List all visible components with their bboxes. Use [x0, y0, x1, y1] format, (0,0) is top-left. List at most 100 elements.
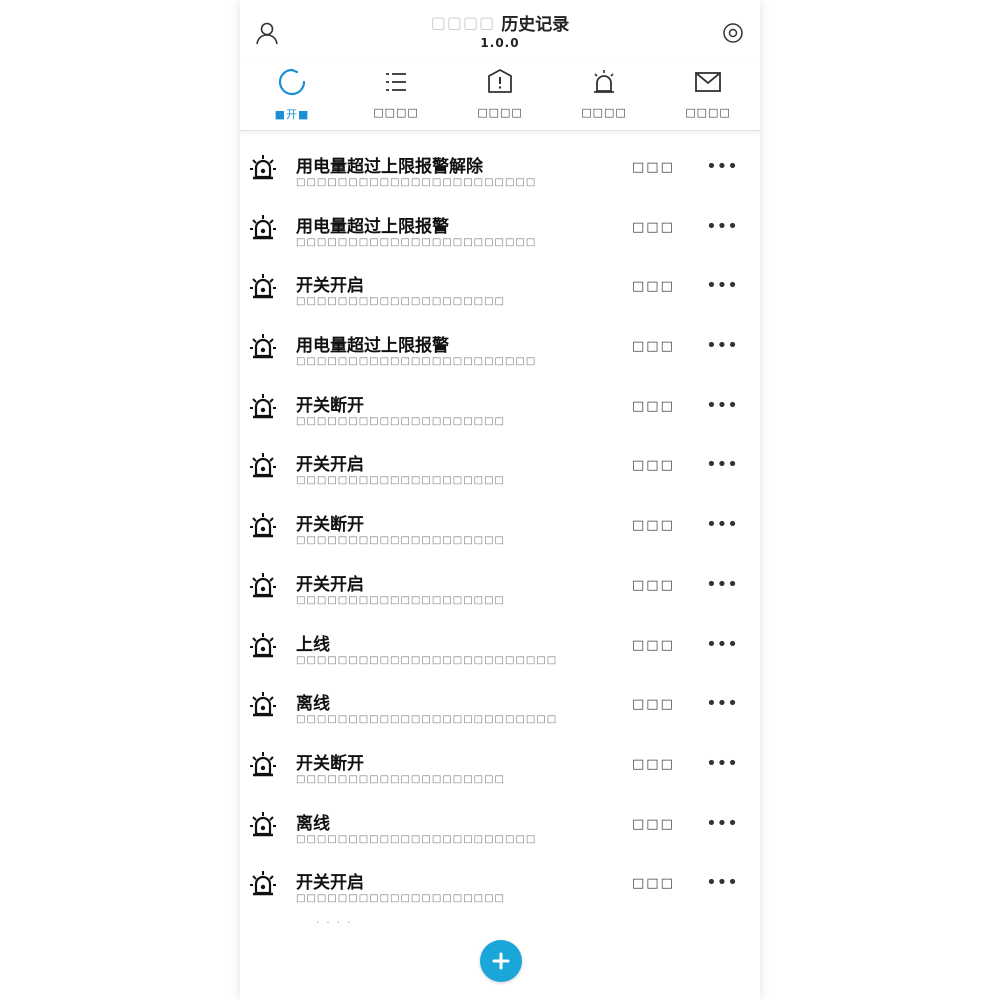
page-subtitle: 1.0.0	[480, 36, 520, 50]
event-row[interactable]: 开关断开 □□□□□□□□□□□□□□□□□□□□ □□□ •••	[240, 498, 760, 558]
event-row[interactable]: 开关断开 □□□□□□□□□□□□□□□□□□□□ □□□ •••	[240, 737, 760, 797]
app-screen: ▢▢▢▢ 历史记录 1.0.0 ■开■ □□□□ □□□□ □□□□ □□□□ …	[240, 0, 760, 1000]
event-status: □□□	[632, 219, 675, 235]
event-detail: □□□□□□□□□□□□□□□□□□□□□□□□□	[296, 654, 558, 666]
tab-alarm[interactable]: □□□□	[552, 60, 656, 130]
alarm-light-icon	[248, 391, 278, 421]
event-title: 用电量超过上限报警	[296, 336, 449, 357]
event-status: □□□	[632, 398, 675, 414]
event-title: 离线	[296, 694, 330, 715]
more-options-button[interactable]: •••	[702, 273, 742, 299]
event-status: □□□	[632, 816, 675, 832]
event-detail: □□□□□□□□□□□□□□□□□□□□	[296, 535, 505, 547]
top-bar: ▢▢▢▢ 历史记录 1.0.0	[240, 0, 760, 60]
more-options-button[interactable]: •••	[702, 691, 742, 717]
alarm-light-icon	[248, 510, 278, 540]
event-row[interactable]: 开关开启 □□□□□□□□□□□□□□□□□□□□ □□□ •••	[240, 259, 760, 319]
event-row[interactable]: 开关开启 □□□□□□□□□□□□□□□□□□□□ □□□ •••	[240, 438, 760, 498]
alarm-light-icon	[248, 271, 278, 301]
alarm-light-icon	[248, 630, 278, 660]
event-status: □□□	[632, 458, 675, 474]
plus-icon	[492, 952, 510, 970]
event-row[interactable]: 开关开启 □□□□□□□□□□□□□□□□□□□□ □□□ •••	[240, 558, 760, 618]
event-detail: □□□□□□□□□□□□□□□□□□□□	[296, 415, 505, 427]
more-options-button[interactable]: •••	[702, 154, 742, 180]
alarm-light-icon	[248, 689, 278, 719]
event-detail: □□□□□□□□□□□□□□□□□□□□	[296, 594, 505, 606]
event-row[interactable]: 离线 □□□□□□□□□□□□□□□□□□□□□□□□□ □□□ •••	[240, 677, 760, 737]
event-status: □□□	[632, 518, 675, 534]
event-status: □□□	[632, 160, 675, 175]
event-detail: □□□□□□□□□□□□□□□□□□□□	[296, 475, 505, 487]
tab-refresh[interactable]: ■开■	[240, 60, 344, 130]
tab-label: ■开■	[274, 108, 310, 121]
event-title: 开关开启	[296, 574, 364, 595]
event-title: 用电量超过上限报警解除	[296, 157, 483, 177]
event-status: □□□	[632, 577, 675, 593]
alarm-light-icon	[588, 66, 620, 98]
event-status: □□□	[632, 876, 675, 892]
event-row[interactable]: 用电量超过上限报警 □□□□□□□□□□□□□□□□□□□□□□□ □□□ •••	[240, 200, 760, 260]
event-status: □□□	[632, 697, 675, 713]
page-title: 历史记录	[501, 15, 570, 35]
list-icon	[380, 66, 412, 98]
shield-alert-icon	[484, 66, 516, 98]
refresh-icon	[276, 66, 308, 98]
event-detail: □□□□□□□□□□□□□□□□□□□□□□□	[296, 177, 537, 188]
more-options-button[interactable]: •••	[702, 572, 742, 598]
tab-label: □□□□	[581, 106, 627, 119]
event-status: □□□	[632, 756, 675, 772]
event-status: □□□	[632, 637, 675, 653]
alarm-light-icon	[248, 212, 278, 242]
user-button[interactable]	[252, 18, 282, 48]
event-row[interactable]: 开关断开 □□□□□□□□□□□□□□□□□□□□ □□□ •••	[240, 379, 760, 439]
event-row[interactable]: 用电量超过上限报警解除 □□□□□□□□□□□□□□□□□□□□□□□ □□□ •••	[240, 140, 760, 200]
event-row[interactable]: 离线 □□□□□□□□□□□□□□□□□□□□□□□ □□□ •••	[240, 797, 760, 857]
alarm-light-icon	[248, 749, 278, 779]
more-options-button[interactable]: •••	[702, 811, 742, 837]
alarm-light-icon	[248, 868, 278, 898]
event-row[interactable]: 开关开启 □□□□□□□□□□□□□□□□□□□□ □□□ •••	[240, 856, 760, 916]
alarm-light-icon	[248, 809, 278, 839]
tab-label: □□□□	[477, 106, 523, 119]
event-detail: □□□□□□□□□□□□□□□□□□□□	[296, 296, 505, 308]
more-options-button[interactable]: •••	[702, 452, 742, 478]
tab-label: □□□□	[373, 106, 419, 119]
event-status: □□□	[632, 279, 675, 295]
more-options-button[interactable]: •••	[702, 632, 742, 658]
event-detail: □□□□□□□□□□□□□□□□□□□□	[296, 893, 505, 905]
more-options-button[interactable]: •••	[702, 333, 742, 359]
event-title: 开关开启	[296, 455, 364, 476]
event-title: 用电量超过上限报警	[296, 216, 449, 237]
event-title: 开关开启	[296, 873, 364, 894]
alarm-light-icon	[248, 152, 278, 182]
more-options-button[interactable]: •••	[702, 393, 742, 419]
event-detail: □□□□□□□□□□□□□□□□□□□□□□□	[296, 356, 537, 368]
alarm-light-icon	[248, 331, 278, 361]
more-options-button[interactable]: •••	[702, 214, 742, 240]
tab-alerts[interactable]: □□□□	[448, 60, 552, 130]
event-title: 开关断开	[296, 395, 364, 416]
list-footer-note: · · · ·	[316, 918, 353, 929]
tab-messages[interactable]: □□□□	[656, 60, 760, 130]
more-options-button[interactable]: •••	[702, 870, 742, 896]
event-detail: □□□□□□□□□□□□□□□□□□□□□□□	[296, 833, 537, 845]
user-icon	[256, 22, 278, 45]
event-title: 开关断开	[296, 753, 364, 774]
event-row[interactable]: 用电量超过上限报警 □□□□□□□□□□□□□□□□□□□□□□□ □□□ •••	[240, 319, 760, 379]
more-options-button[interactable]: •••	[702, 751, 742, 777]
event-detail: □□□□□□□□□□□□□□□□□□□□□□□	[296, 236, 537, 248]
more-options-button[interactable]: •••	[702, 512, 742, 538]
settings-icon	[723, 23, 743, 43]
event-detail: □□□□□□□□□□□□□□□□□□□□□□□□□	[296, 714, 558, 726]
event-title: 开关开启	[296, 276, 364, 297]
event-detail: □□□□□□□□□□□□□□□□□□□□	[296, 773, 505, 785]
event-row[interactable]: 上线 □□□□□□□□□□□□□□□□□□□□□□□□□ □□□ •••	[240, 618, 760, 678]
alarm-light-icon	[248, 450, 278, 480]
add-button[interactable]	[480, 940, 522, 982]
event-title: 离线	[296, 813, 330, 834]
title-block: ▢▢▢▢ 历史记录 1.0.0	[360, 10, 640, 50]
event-list: 用电量超过上限报警解除 □□□□□□□□□□□□□□□□□□□□□□□ □□□ •••…	[240, 140, 760, 916]
tab-list[interactable]: □□□□	[344, 60, 448, 130]
settings-button[interactable]	[718, 18, 748, 48]
